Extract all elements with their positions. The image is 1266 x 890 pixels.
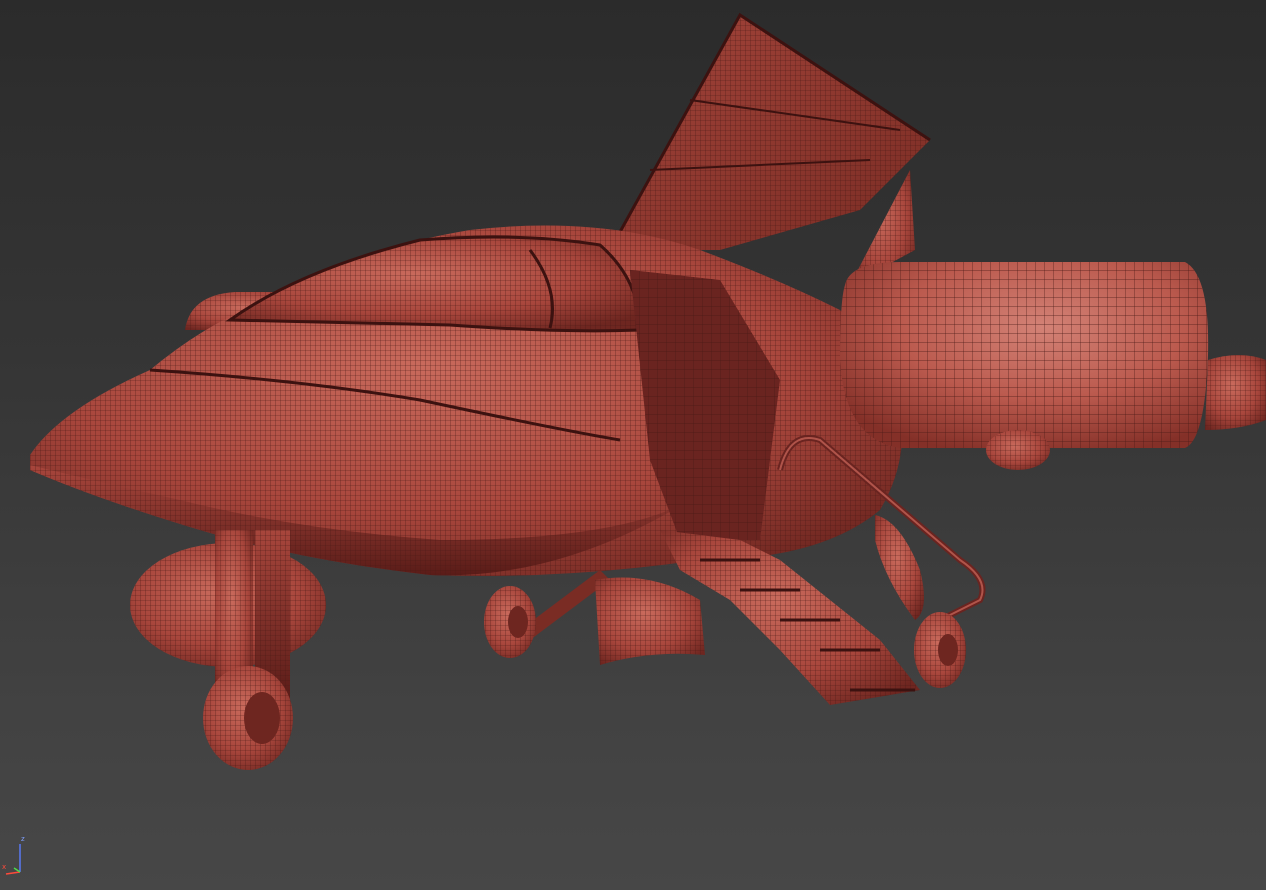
landing-flap (595, 577, 705, 665)
x-axis-line (5, 871, 21, 875)
ducted-fan-right (840, 262, 1266, 470)
main-landing-gear-right (914, 612, 966, 688)
canopy (225, 235, 642, 333)
x-axis-label: x (2, 863, 7, 871)
main-landing-gear-left (484, 570, 610, 658)
axis-gizmo: z x (2, 836, 32, 876)
z-axis-label: z (21, 835, 25, 843)
open-door (608, 12, 931, 251)
aircraft-model[interactable] (0, 0, 1266, 890)
3d-viewport[interactable]: z x (0, 0, 1266, 890)
y-axis-line (13, 867, 21, 873)
rear-strut (875, 515, 924, 620)
nose-landing-gear (203, 530, 293, 770)
